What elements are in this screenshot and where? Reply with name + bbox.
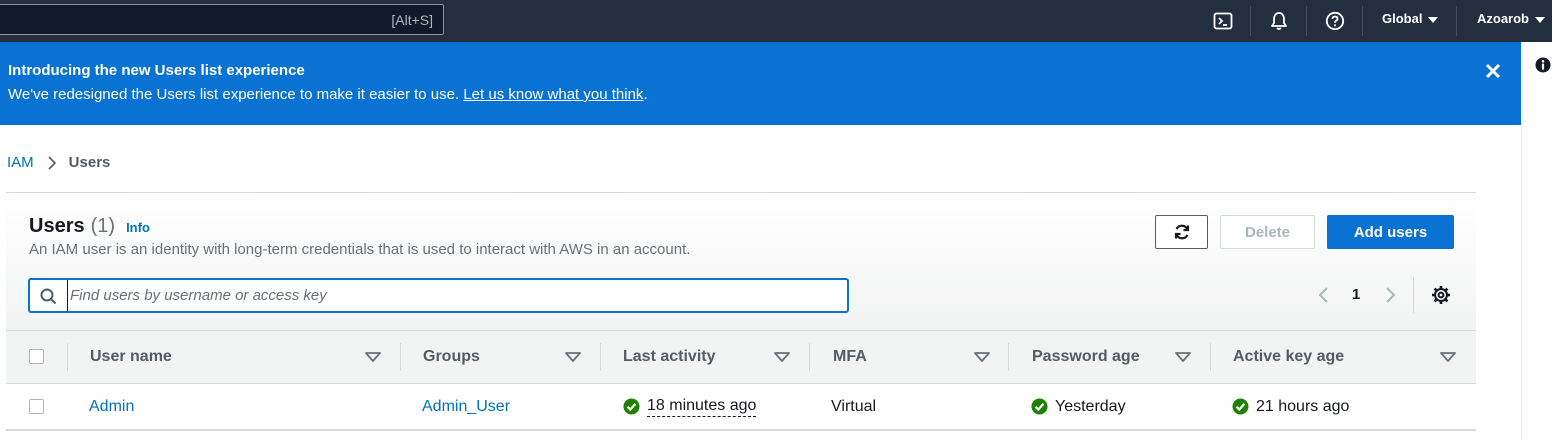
account-menu[interactable]: Azoarob	[1477, 11, 1545, 26]
table-header-row: User name Groups Last activity MFA Passw…	[6, 330, 1476, 384]
region-label: Global	[1382, 11, 1423, 26]
column-header-groups[interactable]: Groups	[423, 331, 480, 383]
sort-caret-icon[interactable]	[974, 352, 990, 362]
sort-caret-icon[interactable]	[1440, 352, 1456, 362]
breadcrumb-iam-link[interactable]: IAM	[7, 154, 34, 171]
nav-divider	[1250, 6, 1251, 36]
column-header-last-activity[interactable]: Last activity	[623, 331, 715, 383]
chevron-right-icon	[48, 155, 56, 170]
chevron-left-icon[interactable]	[1316, 285, 1330, 305]
flash-title: Introducing the new Users list experienc…	[8, 62, 305, 79]
mfa-value: Virtual	[831, 397, 877, 415]
groups-cell: Admin_User	[422, 384, 510, 429]
user-name-cell: Admin	[89, 384, 134, 429]
pager-divider	[1413, 277, 1414, 313]
column-divider	[1008, 343, 1009, 371]
column-divider	[67, 343, 68, 371]
users-count: (1)	[90, 215, 116, 237]
account-label: Azoarob	[1477, 11, 1529, 26]
breadcrumb: IAM Users	[7, 154, 110, 171]
last-activity-cell: 18 minutes ago	[623, 384, 757, 429]
caret-down-icon	[1535, 16, 1545, 23]
flash-body-text: We've redesigned the Users list experien…	[8, 86, 460, 103]
gear-icon[interactable]	[1431, 285, 1451, 305]
cloudshell-icon[interactable]	[1213, 11, 1233, 31]
column-header-mfa[interactable]: MFA	[833, 331, 867, 383]
users-title-text: Users	[29, 215, 85, 237]
info-flash-banner: Introducing the new Users list experienc…	[0, 42, 1521, 125]
caret-down-icon	[1428, 16, 1439, 23]
page-number[interactable]: 1	[1352, 286, 1360, 303]
region-selector[interactable]: Global	[1382, 11, 1439, 26]
page-title: Users (1) Info	[29, 215, 150, 238]
top-navigation-bar: [Alt+S] Global Azoarob	[0, 0, 1552, 42]
info-icon[interactable]	[1535, 57, 1551, 73]
breadcrumb-current: Users	[68, 154, 111, 171]
feedback-link[interactable]: Let us know what you think	[463, 86, 643, 103]
check-circle-icon	[1232, 398, 1249, 415]
delete-button[interactable]: Delete	[1220, 215, 1315, 249]
sort-caret-icon[interactable]	[565, 352, 581, 362]
chevron-right-icon[interactable]	[1384, 285, 1398, 305]
global-search-box[interactable]: [Alt+S]	[0, 4, 444, 35]
table-row: Admin Admin_User 18 minutes ago Virtual …	[6, 384, 1476, 431]
sort-caret-icon[interactable]	[1175, 352, 1191, 362]
group-link[interactable]: Admin_User	[422, 398, 510, 416]
flash-body-trailing: .	[643, 86, 648, 103]
info-link[interactable]: Info	[126, 220, 150, 235]
active-key-age-cell: 21 hours ago	[1232, 384, 1349, 429]
active-key-age-value: 21 hours ago	[1256, 397, 1350, 415]
users-table-container: Users (1) Info An IAM user is an identit…	[6, 192, 1476, 440]
column-header-password-age[interactable]: Password age	[1032, 331, 1140, 383]
user-name-link[interactable]: Admin	[89, 398, 134, 416]
add-users-button[interactable]: Add users	[1327, 215, 1454, 249]
tools-side-panel	[1521, 42, 1552, 440]
search-shortcut-hint: [Alt+S]	[391, 12, 433, 28]
refresh-button[interactable]	[1155, 215, 1208, 249]
mfa-cell: Virtual	[831, 384, 876, 429]
select-all-checkbox[interactable]	[29, 349, 44, 364]
password-age-cell: Yesterday	[1031, 384, 1126, 429]
sort-caret-icon[interactable]	[774, 352, 790, 362]
bell-icon[interactable]	[1269, 11, 1289, 31]
check-circle-icon	[1031, 398, 1048, 415]
help-icon[interactable]	[1325, 11, 1345, 31]
search-icon	[40, 288, 57, 305]
flash-body: We've redesigned the Users list experien…	[8, 86, 648, 103]
sort-caret-icon[interactable]	[365, 352, 381, 362]
row-select-checkbox[interactable]	[29, 399, 44, 414]
users-table-header: Users (1) Info An IAM user is an identit…	[6, 193, 1476, 330]
column-divider	[1210, 343, 1211, 371]
nav-divider	[1306, 6, 1307, 36]
column-header-active-key-age[interactable]: Active key age	[1233, 331, 1344, 383]
password-age-value: Yesterday	[1055, 397, 1126, 415]
close-icon[interactable]	[1484, 62, 1502, 80]
nav-divider	[1456, 6, 1457, 36]
user-search-field[interactable]	[29, 279, 848, 312]
column-divider	[600, 343, 601, 371]
users-description: An IAM user is an identity with long-ter…	[29, 241, 691, 258]
refresh-icon	[1174, 224, 1189, 240]
column-divider	[400, 343, 401, 371]
last-activity-value[interactable]: 18 minutes ago	[647, 397, 757, 417]
check-circle-icon	[623, 398, 640, 415]
search-input[interactable]	[67, 280, 837, 311]
nav-divider	[1362, 6, 1363, 36]
column-header-user-name[interactable]: User name	[90, 331, 172, 383]
column-divider	[809, 343, 810, 371]
